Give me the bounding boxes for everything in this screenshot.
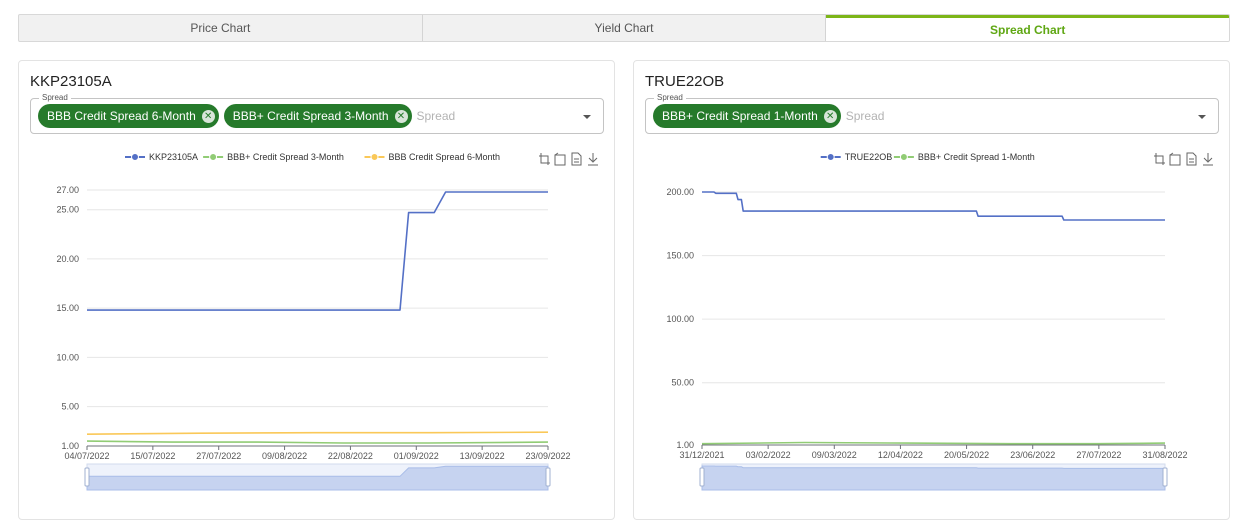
- y-tick-label: 200.00: [666, 187, 694, 197]
- download-icon-path: [1203, 153, 1213, 166]
- zoom-reset-icon[interactable]: [554, 152, 566, 166]
- download-icon-path: [588, 153, 598, 166]
- data-view-icon[interactable]: [571, 152, 582, 166]
- x-tick-label: 12/04/2022: [878, 450, 923, 460]
- chart-panel-true22ob: TRUE22OB Spread BBB+ Credit Spread 1-Mon…: [633, 60, 1230, 520]
- zoom-icon-path: [1154, 153, 1165, 165]
- x-tick-label: 23/06/2022: [1010, 450, 1055, 460]
- legend-marker: [131, 153, 139, 161]
- chart-type-tabs: Price Chart Yield Chart Spread Chart: [18, 14, 1230, 42]
- legend-item[interactable]: TRUE22OB: [820, 152, 893, 162]
- y-tick-label: 50.00: [671, 378, 694, 388]
- chart-plot: 1.00 50.00 100.00 150.00 200.00 31/12/2021 03/…: [666, 187, 1187, 460]
- y-tick-label: 5.00: [61, 402, 79, 412]
- y-tick-label: 20.00: [56, 254, 79, 264]
- chart-legend: KKP23105A BBB+ Credit Spread 3-Month BBB C…: [125, 152, 500, 162]
- legend-marker: [826, 153, 835, 161]
- x-tick-label: 03/02/2022: [746, 450, 791, 460]
- y-tick-label: 1.00: [676, 440, 694, 450]
- data-view-icon-path: [1186, 152, 1197, 166]
- legend-item[interactable]: BBB+ Credit Spread 3-Month: [203, 152, 344, 162]
- y-tick-label: 10.00: [56, 352, 79, 362]
- zoom-icon[interactable]: [1154, 153, 1165, 165]
- chart-toolbox: [1154, 152, 1213, 166]
- x-tick-label: 31/12/2021: [679, 450, 724, 460]
- x-tick-label: 09/03/2022: [812, 450, 857, 460]
- legend-marker: [209, 153, 218, 161]
- download-icon[interactable]: [1203, 153, 1213, 166]
- y-tick-label: 25.00: [56, 205, 79, 215]
- x-tick-label: 27/07/2022: [196, 451, 241, 461]
- legend-item[interactable]: BBB+ Credit Spread 1-Month: [893, 152, 1035, 162]
- slider-left-handle[interactable]: [84, 467, 90, 487]
- spread-line-chart: 1.00 50.00 100.00 150.00 200.00 31/12/2021 03/…: [666, 152, 1213, 491]
- chart-panel-kkp23105a: KKP23105A Spread BBB Credit Spread 6-Mon…: [18, 60, 615, 520]
- x-tick-label: 04/07/2022: [64, 451, 109, 461]
- legend-item[interactable]: BBB Credit Spread 6-Month: [364, 152, 501, 162]
- x-tick-label: 01/09/2022: [394, 451, 439, 461]
- y-tick-label: 150.00: [666, 251, 694, 261]
- tab-spread-chart[interactable]: Spread Chart: [826, 15, 1229, 41]
- data-zoom-slider[interactable]: [699, 463, 1168, 491]
- x-tick-label: 09/08/2022: [262, 451, 307, 461]
- series-line-bbb-credit-spread-6-month: [86, 431, 549, 435]
- slider-right-handle[interactable]: [1162, 467, 1168, 487]
- y-tick-label: 27.00: [56, 185, 79, 195]
- chart-plot: 1.00 5.00 10.00 15.00 20.00 25.00 27.00 04/07/2…: [56, 185, 570, 461]
- x-tick-label: 13/09/2022: [460, 451, 505, 461]
- legend-label: BBB+ Credit Spread 3-Month: [227, 152, 344, 162]
- tab-yield-chart[interactable]: Yield Chart: [423, 15, 827, 41]
- legend-label: BBB Credit Spread 6-Month: [389, 152, 501, 162]
- x-tick-label: 20/05/2022: [944, 450, 989, 460]
- slider-preview-area: [701, 465, 1166, 491]
- chart-legend: TRUE22OB BBB+ Credit Spread 1-Month: [820, 152, 1035, 162]
- legend-label: KKP23105A: [149, 152, 198, 162]
- x-tick-label: 15/07/2022: [130, 451, 175, 461]
- legend-marker: [899, 153, 908, 161]
- data-view-icon[interactable]: [1186, 152, 1197, 166]
- legend-label: TRUE22OB: [845, 152, 893, 162]
- x-tick-label: 22/08/2022: [328, 451, 373, 461]
- slider-right-handle[interactable]: [545, 467, 551, 487]
- x-tick-label: 31/08/2022: [1142, 450, 1187, 460]
- x-tick-label: 23/09/2022: [525, 451, 570, 461]
- zoom-reset-icon[interactable]: [1169, 152, 1181, 166]
- x-tick-label: 27/07/2022: [1076, 450, 1121, 460]
- zoom-icon-path: [539, 153, 550, 165]
- legend-item[interactable]: KKP23105A: [125, 152, 198, 162]
- legend-marker: [370, 153, 379, 161]
- zoom-icon[interactable]: [539, 153, 550, 165]
- series-line-true22ob: [702, 191, 1165, 221]
- zoom-reset-icon-path: [1169, 152, 1181, 166]
- series-line-bbb-credit-spread-1-month: [701, 441, 1166, 445]
- legend-label: BBB+ Credit Spread 1-Month: [918, 152, 1035, 162]
- y-tick-label: 1.00: [61, 441, 79, 451]
- y-tick-label: 100.00: [666, 314, 694, 324]
- y-tick-label: 15.00: [56, 303, 79, 313]
- series-line-bbb-credit-spread-3-month: [86, 440, 549, 444]
- chart-toolbox: [539, 152, 598, 166]
- data-zoom-slider[interactable]: [84, 463, 551, 491]
- zoom-reset-icon-path: [554, 152, 566, 166]
- data-view-icon-path: [571, 152, 582, 166]
- spread-line-chart: 1.00 5.00 10.00 15.00 20.00 25.00 27.00 04/07/2…: [56, 152, 598, 491]
- slider-left-handle[interactable]: [699, 467, 705, 487]
- download-icon[interactable]: [588, 153, 598, 166]
- tab-price-chart[interactable]: Price Chart: [19, 15, 423, 41]
